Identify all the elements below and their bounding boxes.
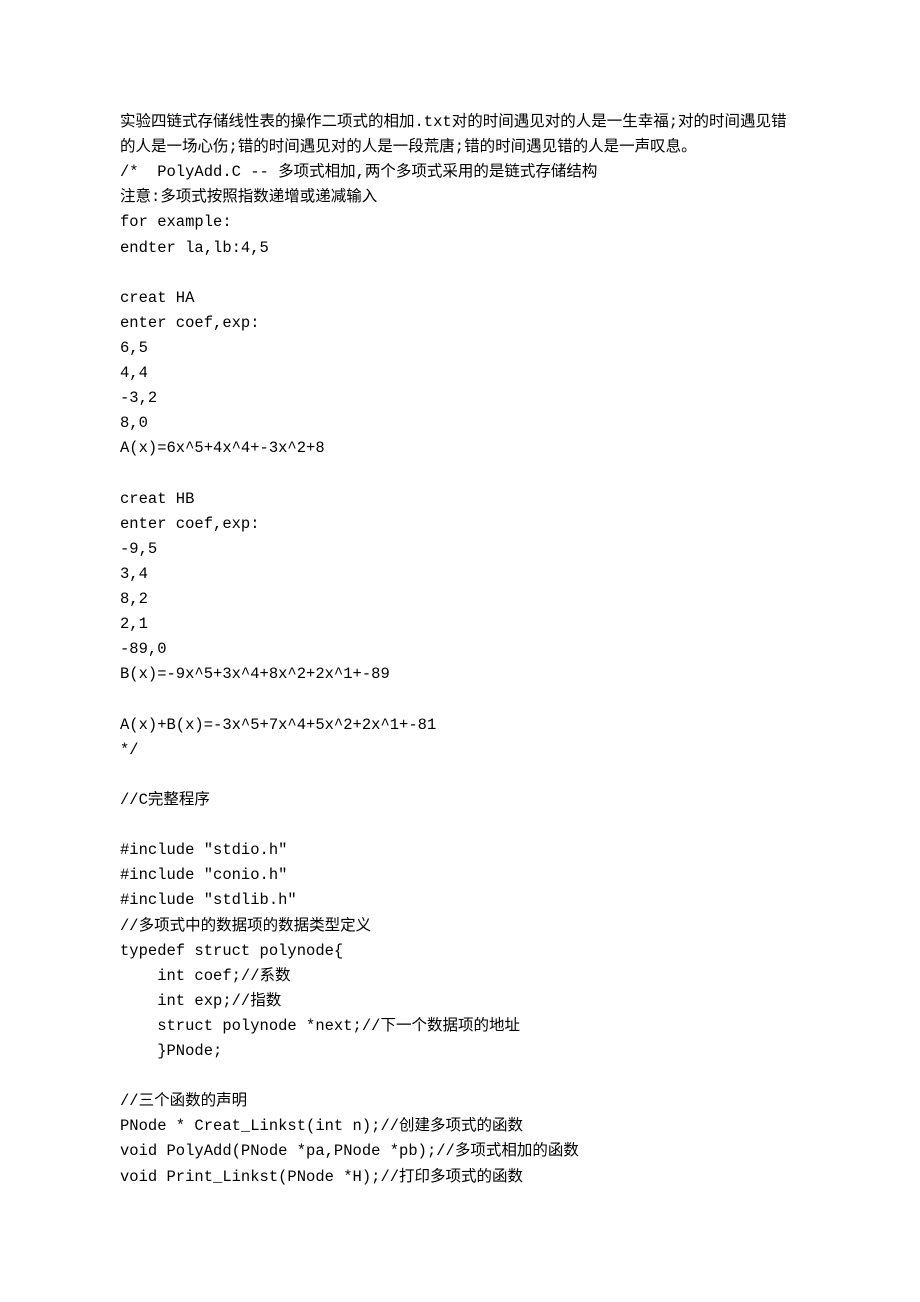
code-line: #include "stdlib.h": [120, 888, 800, 913]
document-content: 实验四链式存储线性表的操作二项式的相加.txt对的时间遇见对的人是一生幸福;对的…: [120, 110, 800, 1190]
code-line: 实验四链式存储线性表的操作二项式的相加.txt对的时间遇见对的人是一生幸福;对的…: [120, 110, 800, 160]
code-line: A(x)=6x^5+4x^4+-3x^2+8: [120, 436, 800, 461]
code-line: PNode * Creat_Linkst(int n);//创建多项式的函数: [120, 1114, 800, 1139]
code-line: [120, 261, 800, 286]
code-line: endter la,lb:4,5: [120, 236, 800, 261]
code-line: #include "stdio.h": [120, 838, 800, 863]
code-line: -89,0: [120, 637, 800, 662]
code-line: void PolyAdd(PNode *pa,PNode *pb);//多项式相…: [120, 1139, 800, 1164]
code-line: */: [120, 738, 800, 763]
code-line: 4,4: [120, 361, 800, 386]
code-line: -9,5: [120, 537, 800, 562]
code-line: typedef struct polynode{: [120, 939, 800, 964]
code-line: //多项式中的数据项的数据类型定义: [120, 914, 800, 939]
code-line: struct polynode *next;//下一个数据项的地址: [120, 1014, 800, 1039]
code-line: [120, 462, 800, 487]
code-line: /* PolyAdd.C -- 多项式相加,两个多项式采用的是链式存储结构: [120, 160, 800, 185]
code-line: [120, 813, 800, 838]
code-line: enter coef,exp:: [120, 311, 800, 336]
code-line: for example:: [120, 210, 800, 235]
code-line: creat HA: [120, 286, 800, 311]
code-line: A(x)+B(x)=-3x^5+7x^4+5x^2+2x^1+-81: [120, 713, 800, 738]
code-line: -3,2: [120, 386, 800, 411]
code-line: [120, 763, 800, 788]
code-line: B(x)=-9x^5+3x^4+8x^2+2x^1+-89: [120, 662, 800, 687]
code-line: #include "conio.h": [120, 863, 800, 888]
code-line: 8,2: [120, 587, 800, 612]
code-line: //三个函数的声明: [120, 1089, 800, 1114]
code-line: 6,5: [120, 336, 800, 361]
code-line: [120, 688, 800, 713]
code-line: 8,0: [120, 411, 800, 436]
code-line: 3,4: [120, 562, 800, 587]
code-line: void Print_Linkst(PNode *H);//打印多项式的函数: [120, 1165, 800, 1190]
code-line: 注意:多项式按照指数递增或递减输入: [120, 185, 800, 210]
code-line: [120, 1064, 800, 1089]
code-line: int coef;//系数: [120, 964, 800, 989]
code-line: }PNode;: [120, 1039, 800, 1064]
code-line: 2,1: [120, 612, 800, 637]
code-line: int exp;//指数: [120, 989, 800, 1014]
document-page: 实验四链式存储线性表的操作二项式的相加.txt对的时间遇见对的人是一生幸福;对的…: [0, 0, 920, 1250]
code-line: creat HB: [120, 487, 800, 512]
code-line: //C完整程序: [120, 788, 800, 813]
code-line: enter coef,exp:: [120, 512, 800, 537]
